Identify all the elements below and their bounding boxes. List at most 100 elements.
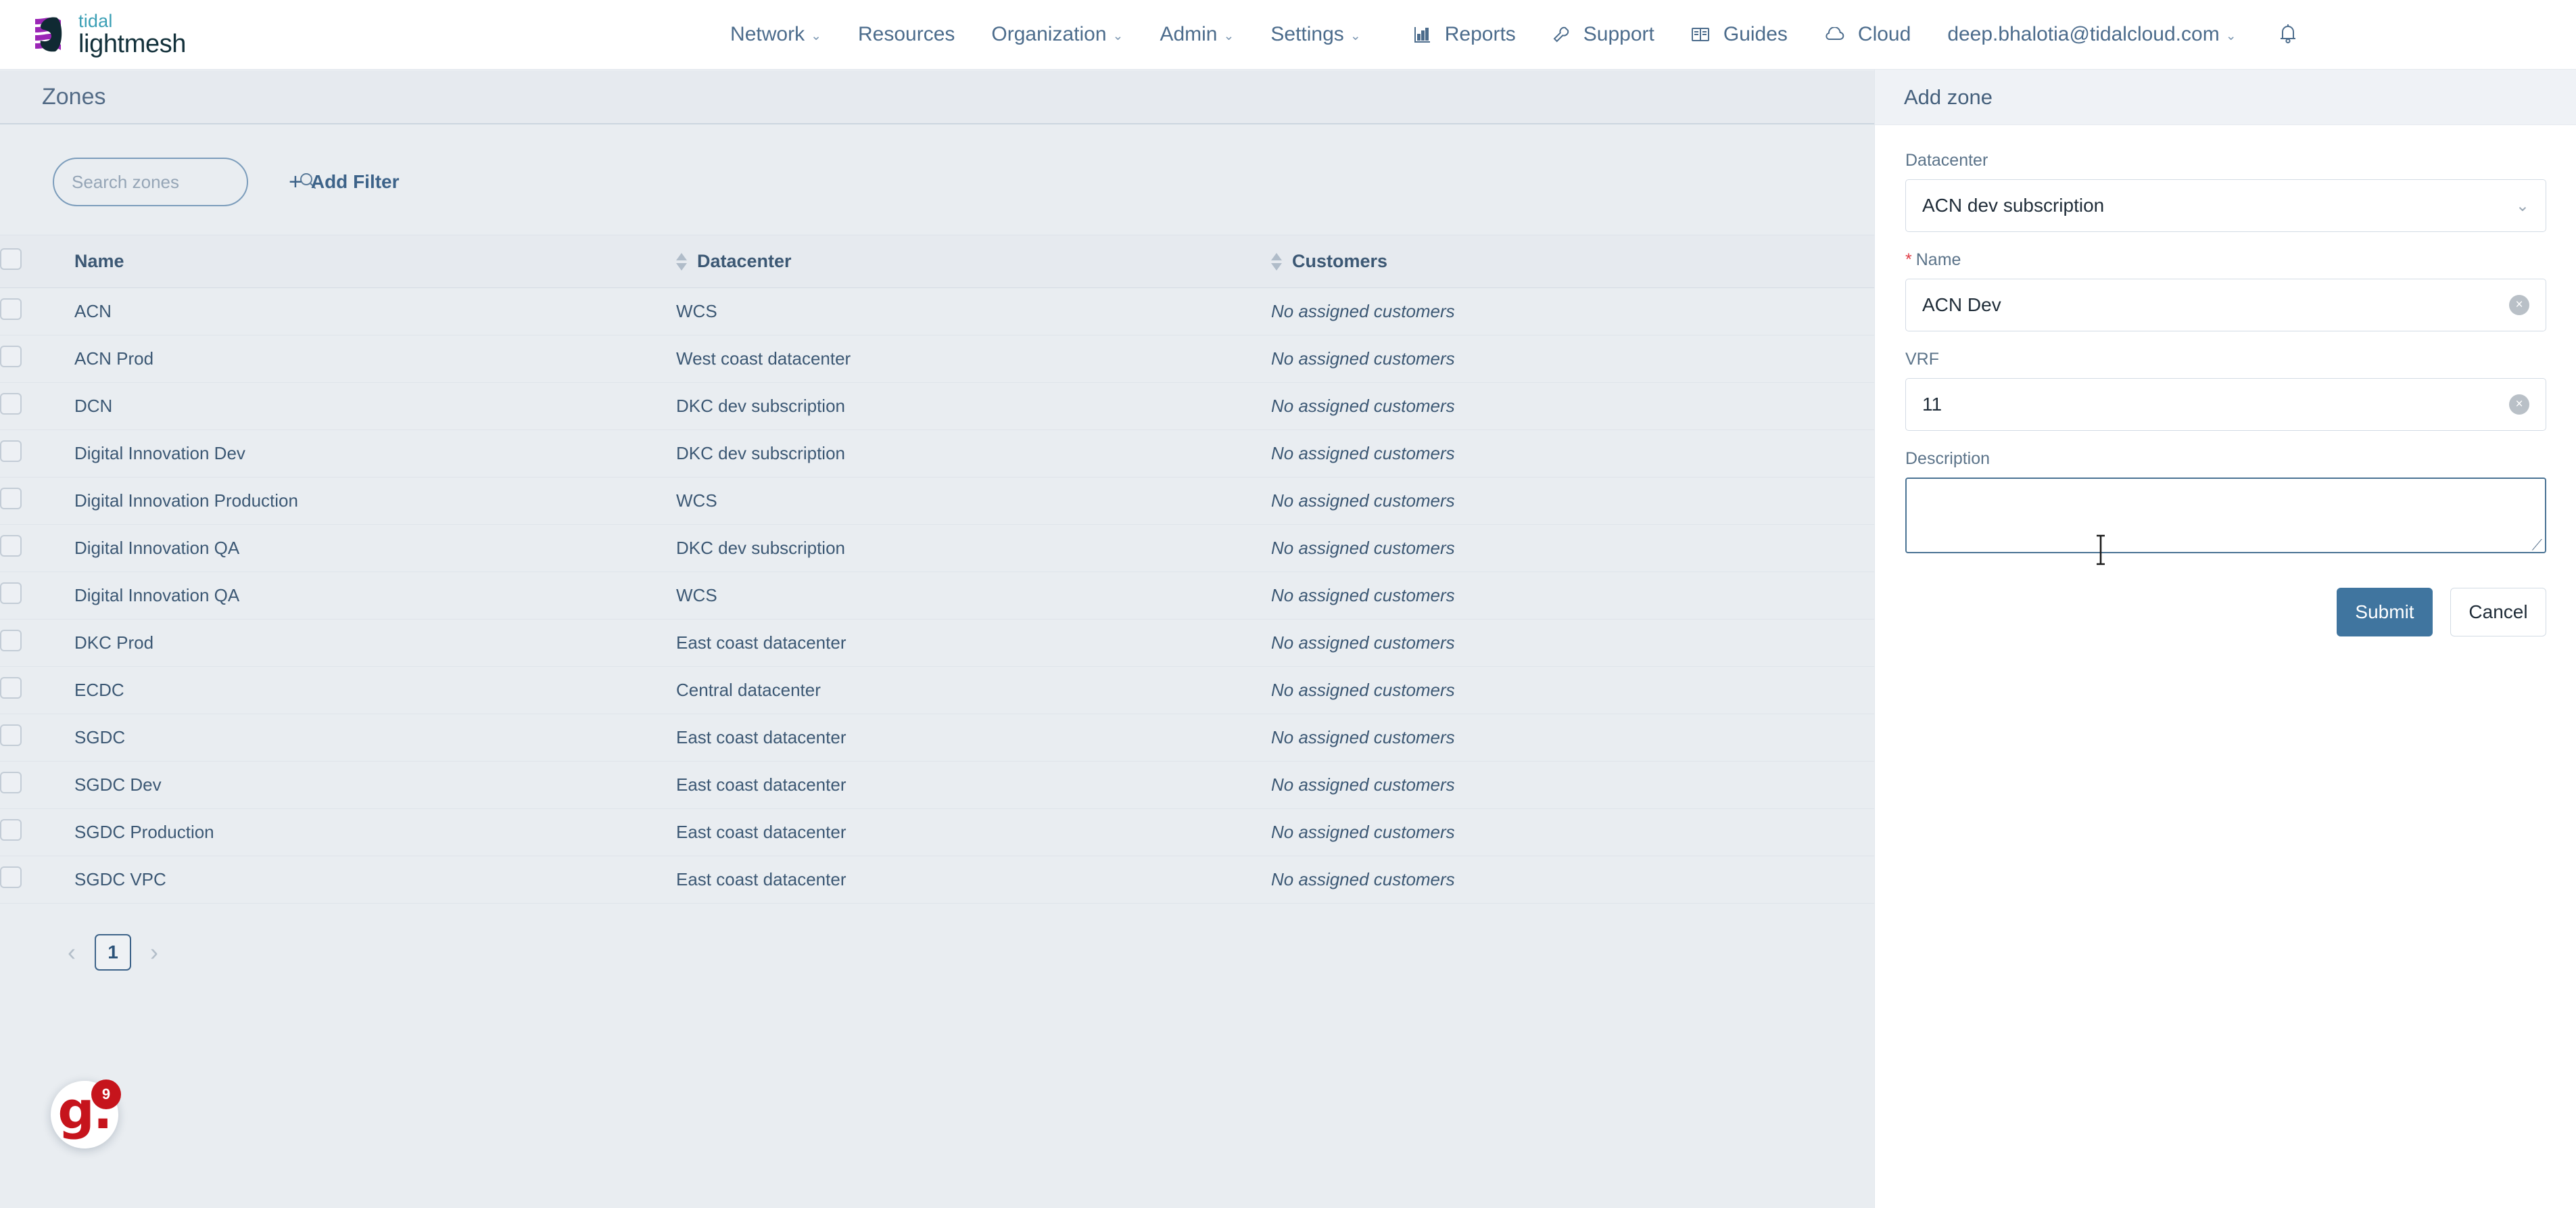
- cell-name[interactable]: DKC Prod: [74, 619, 676, 667]
- cell-datacenter: East coast datacenter: [676, 714, 1271, 762]
- row-checkbox[interactable]: [0, 677, 22, 699]
- vrf-input[interactable]: 11 ×: [1905, 378, 2546, 431]
- sort-toggle-datacenter-icon[interactable]: [676, 252, 687, 271]
- top-navigation-bar: tidal lightmesh Network ⌄ Resources Orga…: [0, 0, 2576, 70]
- cell-name[interactable]: Digital Innovation Production: [74, 477, 676, 525]
- cell-name[interactable]: SGDC Dev: [74, 761, 676, 809]
- table-row[interactable]: Digital Innovation Production WCS No assig…: [0, 477, 1874, 525]
- cell-name[interactable]: ACN: [74, 287, 676, 335]
- cell-datacenter: WCS: [676, 477, 1271, 525]
- table-row[interactable]: DCN DKC dev subscription No assigned custo…: [0, 382, 1874, 430]
- chevron-down-icon: ⌄: [2515, 196, 2529, 215]
- column-header-datacenter[interactable]: Datacenter: [676, 235, 1271, 288]
- column-header-name[interactable]: Name: [74, 235, 676, 288]
- table-row[interactable]: ACN WCS No assigned customers: [0, 287, 1874, 335]
- table-row[interactable]: SGDC Dev East coast datacenter No assigned…: [0, 761, 1874, 809]
- pagination-prev-button[interactable]: ‹: [53, 933, 91, 971]
- nav-item-support[interactable]: Support: [1534, 0, 1673, 70]
- row-select-cell: [0, 524, 74, 572]
- search-input[interactable]: [72, 171, 298, 193]
- row-checkbox[interactable]: [0, 772, 22, 793]
- table-row[interactable]: Digital Innovation QA DKC dev subscriptio…: [0, 524, 1874, 572]
- table-row[interactable]: Digital Innovation Dev DKC dev subscripti…: [0, 429, 1874, 478]
- nav-label-support: Support: [1583, 23, 1654, 45]
- cell-name[interactable]: ACN Prod: [74, 335, 676, 383]
- row-checkbox[interactable]: [0, 298, 22, 320]
- search-zones-box[interactable]: [53, 158, 316, 206]
- row-checkbox[interactable]: [0, 819, 22, 841]
- table-row[interactable]: SGDC Production East coast datacenter No a…: [0, 808, 1874, 856]
- clear-name-icon[interactable]: ×: [2509, 295, 2529, 315]
- cancel-button[interactable]: Cancel: [2450, 588, 2546, 636]
- cell-name[interactable]: SGDC: [74, 714, 676, 762]
- user-account-menu[interactable]: deep.bhalotia@tidalcloud.com ⌄: [1929, 0, 2254, 70]
- nav-label-organization: Organization: [991, 23, 1107, 45]
- nav-item-cloud[interactable]: Cloud: [1806, 0, 1929, 70]
- brand-logo[interactable]: tidal lightmesh: [26, 12, 186, 57]
- select-all-checkbox[interactable]: [0, 248, 22, 270]
- cell-name[interactable]: SGDC VPC: [74, 856, 676, 904]
- description-textarea[interactable]: [1905, 478, 2546, 553]
- datacenter-select[interactable]: ACN dev subscription ⌄: [1905, 179, 2546, 232]
- nav-item-reports[interactable]: Reports: [1396, 0, 1534, 70]
- nav-item-settings[interactable]: Settings ⌄: [1252, 0, 1379, 70]
- label-vrf: VRF: [1905, 350, 1939, 369]
- cell-name[interactable]: Digital Innovation Dev: [74, 429, 676, 478]
- add-filter-button[interactable]: + Add Filter: [289, 169, 400, 195]
- nav-item-organization[interactable]: Organization ⌄: [973, 0, 1141, 70]
- cell-datacenter: DKC dev subscription: [676, 382, 1271, 430]
- cell-name[interactable]: SGDC Production: [74, 808, 676, 856]
- table-row[interactable]: ECDC Central datacenter No assigned custom…: [0, 666, 1874, 714]
- form-actions: Submit Cancel: [1905, 588, 2546, 636]
- tab-zones[interactable]: Zones: [0, 71, 1874, 124]
- cell-name[interactable]: Digital Innovation QA: [74, 524, 676, 572]
- cloud-icon: [1824, 27, 1844, 42]
- cell-name[interactable]: ECDC: [74, 666, 676, 714]
- nav-item-resources[interactable]: Resources: [840, 0, 973, 70]
- cell-name[interactable]: Digital Innovation QA: [74, 572, 676, 620]
- notifications-button[interactable]: [2278, 22, 2298, 47]
- nav-item-network[interactable]: Network ⌄: [712, 0, 840, 70]
- table-row[interactable]: ACN Prod West coast datacenter No assigned…: [0, 335, 1874, 383]
- add-zone-drawer: Add zone Datacenter ACN dev subscription…: [1874, 70, 2576, 1208]
- table-row[interactable]: SGDC VPC East coast datacenter No assigned…: [0, 856, 1874, 904]
- row-checkbox[interactable]: [0, 393, 22, 415]
- row-checkbox[interactable]: [0, 488, 22, 509]
- table-row[interactable]: DKC Prod East coast datacenter No assigned…: [0, 619, 1874, 667]
- brand-name-bottom: lightmesh: [78, 30, 187, 58]
- submit-button[interactable]: Submit: [2337, 588, 2433, 636]
- pagination-next-button[interactable]: ›: [135, 933, 173, 971]
- row-checkbox[interactable]: [0, 630, 22, 651]
- row-select-cell: [0, 808, 74, 856]
- column-label-customers: Customers: [1292, 251, 1388, 271]
- cell-datacenter: WCS: [676, 572, 1271, 620]
- table-header-row: Name Datacenter Customers: [0, 235, 1874, 288]
- pagination: ‹ 1 ›: [0, 904, 1874, 971]
- cell-customers: No assigned customers: [1271, 382, 1874, 430]
- pagination-page-1[interactable]: 1: [95, 934, 131, 971]
- row-checkbox[interactable]: [0, 724, 22, 746]
- row-checkbox[interactable]: [0, 866, 22, 888]
- table-row[interactable]: Digital Innovation QA WCS No assigned cust…: [0, 572, 1874, 620]
- sort-toggle-customers-icon[interactable]: [1271, 252, 1282, 271]
- name-input[interactable]: ACN Dev ×: [1905, 279, 2546, 331]
- cell-name[interactable]: DCN: [74, 382, 676, 430]
- row-checkbox[interactable]: [0, 582, 22, 604]
- row-select-cell: [0, 287, 74, 335]
- datacenter-selected-value: ACN dev subscription: [1922, 195, 2105, 216]
- row-checkbox[interactable]: [0, 440, 22, 462]
- label-datacenter: Datacenter: [1905, 151, 1988, 170]
- cell-datacenter: Central datacenter: [676, 666, 1271, 714]
- nav-item-admin[interactable]: Admin ⌄: [1141, 0, 1252, 70]
- clear-vrf-icon[interactable]: ×: [2509, 394, 2529, 415]
- cell-datacenter: East coast datacenter: [676, 856, 1271, 904]
- nav-label-network: Network: [730, 23, 805, 45]
- column-header-customers[interactable]: Customers: [1271, 235, 1874, 288]
- help-widget-button[interactable]: g. 9: [51, 1079, 121, 1148]
- row-checkbox[interactable]: [0, 535, 22, 557]
- table-row[interactable]: SGDC East coast datacenter No assigned cus…: [0, 714, 1874, 762]
- form-spacer: [1905, 335, 2546, 350]
- row-checkbox[interactable]: [0, 346, 22, 367]
- nav-item-guides[interactable]: Guides: [1673, 0, 1806, 70]
- required-marker: *: [1905, 250, 1912, 269]
